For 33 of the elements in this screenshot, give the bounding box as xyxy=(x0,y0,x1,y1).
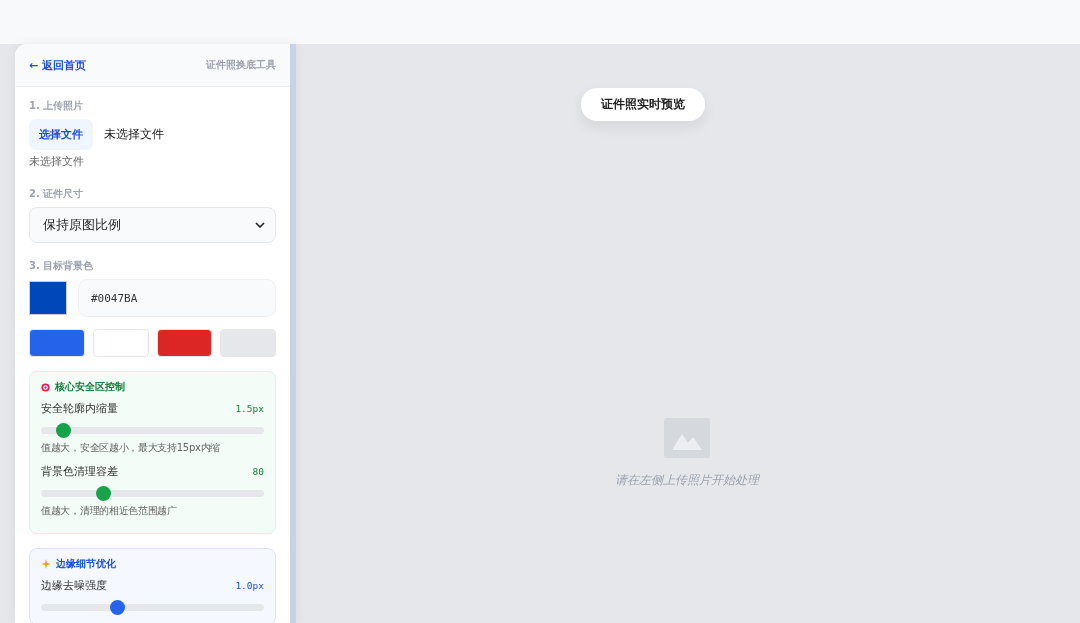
size-select[interactable]: 保持原图比例 xyxy=(29,207,276,243)
slider-reading: 1.0px xyxy=(235,580,264,591)
section-label: 2. 证件尺寸 xyxy=(29,187,85,201)
back-link[interactable]: ← 返回首页 xyxy=(29,57,87,73)
file-hint: 未选择文件 xyxy=(29,155,85,169)
color-swatch[interactable] xyxy=(220,329,276,357)
slider-reading: 80 xyxy=(252,466,264,477)
slider-thumb[interactable] xyxy=(109,600,125,615)
panel-title: 边缘细节优化 xyxy=(56,557,116,571)
color-swatch[interactable] xyxy=(92,329,149,357)
slider-label: 边缘去噪强度 xyxy=(41,578,107,593)
chevron-down-icon xyxy=(255,222,265,228)
color-picker[interactable] xyxy=(29,281,67,315)
hex-input-field[interactable]: #0047BA xyxy=(78,279,276,317)
empty-hint: 请在左侧上传照片开始处理 xyxy=(614,472,759,489)
slider-label: 背景色清理容差 xyxy=(41,464,118,479)
slider-hint: 值越大，安全区越小，最大支持15px内缩 xyxy=(41,441,221,455)
section-label: 1. 上传照片 xyxy=(29,99,85,113)
slider-label: 安全轮廓内缩量 xyxy=(41,401,118,416)
sparkle-icon xyxy=(41,559,51,569)
slider-hint: 值越大，清理的相近色范围越广 xyxy=(41,504,178,518)
slider-thumb[interactable] xyxy=(96,486,112,501)
tool-title: 证件照换底工具 xyxy=(206,58,276,72)
target-icon xyxy=(41,382,50,392)
color-swatch[interactable] xyxy=(29,329,85,357)
slider-thumb[interactable] xyxy=(56,423,72,438)
panel-title: 核心安全区控制 xyxy=(55,380,125,394)
file-status: 未选择文件 xyxy=(104,126,164,143)
color-swatch[interactable] xyxy=(156,329,213,357)
section-label: 3. 目标背景色 xyxy=(29,259,95,273)
slider-reading: 1.5px xyxy=(235,403,264,414)
choose-file-button[interactable]: 选择文件 xyxy=(29,119,93,150)
preview-title: 证件照实时预览 xyxy=(581,88,705,121)
